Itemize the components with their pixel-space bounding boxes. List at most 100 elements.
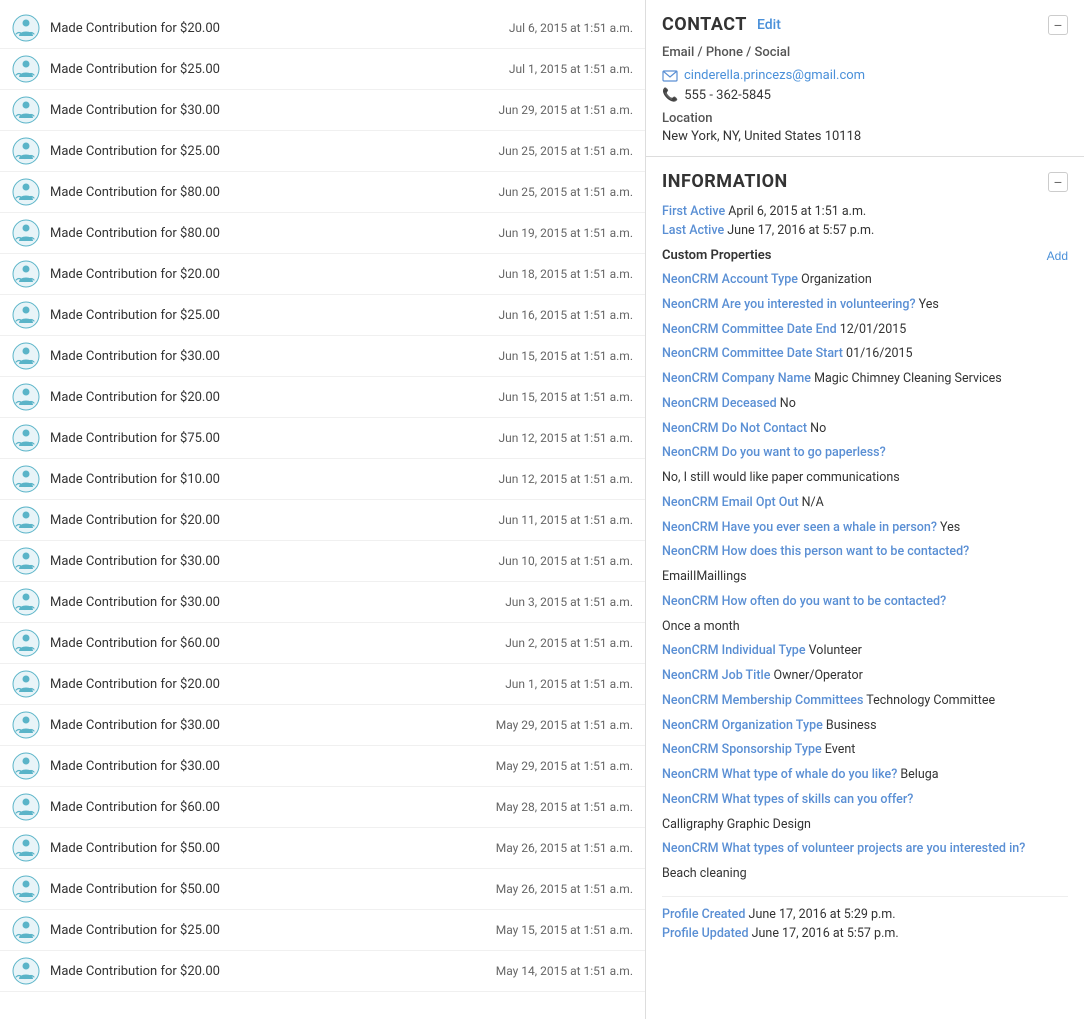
custom-prop-label: NeonCRM Committee Date Start [662, 346, 843, 361]
profile-created-row: Profile Created June 17, 2016 at 5:29 p.… [662, 907, 1068, 922]
activity-text: Made Contribution for $20.00 [50, 964, 488, 979]
contribution-icon [12, 465, 40, 493]
custom-prop-label: NeonCRM Have you ever seen a whale in pe… [662, 520, 937, 535]
contribution-icon [12, 178, 40, 206]
custom-prop-value: Once a month [662, 619, 740, 634]
last-active-row: Last Active June 17, 2016 at 5:57 p.m. [662, 223, 1068, 238]
activity-item: Made Contribution for $80.00Jun 25, 2015… [0, 172, 645, 213]
custom-prop-row: NeonCRM Committee Date Start 01/16/2015 [662, 345, 1068, 364]
add-custom-prop-button[interactable]: Add [1047, 249, 1068, 263]
email-link[interactable]: cinderella.princezs@gmail.com [684, 68, 865, 83]
custom-prop-row: NeonCRM Email Opt Out N/A [662, 494, 1068, 513]
contact-subtitle: Email / Phone / Social [662, 45, 1068, 60]
custom-prop-label: NeonCRM Company Name [662, 371, 811, 386]
activity-text: Made Contribution for $60.00 [50, 636, 497, 651]
activity-date: Jul 6, 2015 at 1:51 a.m. [509, 21, 633, 35]
activity-text: Made Contribution for $20.00 [50, 21, 501, 36]
activity-text: Made Contribution for $25.00 [50, 308, 490, 323]
activity-text: Made Contribution for $20.00 [50, 677, 497, 692]
custom-prop-row: EmailIMaillings [662, 568, 1068, 587]
activity-text: Made Contribution for $80.00 [50, 226, 490, 241]
custom-prop-label: NeonCRM Individual Type [662, 643, 806, 658]
activity-item: Made Contribution for $20.00 Jul 6, 2015 … [0, 8, 645, 49]
contribution-icon [12, 506, 40, 534]
profile-dates: Profile Created June 17, 2016 at 5:29 p.… [662, 896, 1068, 941]
activity-date: Jun 15, 2015 at 1:51 a.m. [498, 349, 633, 363]
custom-prop-value: Beach cleaning [662, 866, 747, 881]
activity-text: Made Contribution for $30.00 [50, 103, 490, 118]
activity-text: Made Contribution for $30.00 [50, 554, 490, 569]
activity-date: Jun 1, 2015 at 1:51 a.m. [505, 677, 633, 691]
contribution-icon [12, 55, 40, 83]
activity-date: Jul 1, 2015 at 1:51 a.m. [509, 62, 633, 76]
custom-prop-row: NeonCRM Deceased No [662, 395, 1068, 414]
activity-text: Made Contribution for $20.00 [50, 513, 490, 528]
custom-prop-row: NeonCRM Sponsorship Type Event [662, 741, 1068, 760]
activity-text: Made Contribution for $50.00 [50, 841, 488, 856]
contribution-icon [12, 957, 40, 985]
custom-prop-value: 01/16/2015 [843, 346, 913, 361]
first-active-row: First Active April 6, 2015 at 1:51 a.m. [662, 204, 1068, 219]
contribution-icon [12, 14, 40, 42]
contribution-icon [12, 383, 40, 411]
phone-icon: 📞 [662, 88, 678, 103]
contact-title: CONTACT [662, 14, 747, 35]
custom-prop-row: Once a month [662, 618, 1068, 637]
custom-prop-row: NeonCRM Membership Committees Technology… [662, 692, 1068, 711]
activity-item: Made Contribution for $30.00May 29, 2015… [0, 705, 645, 746]
activity-item: Made Contribution for $20.00Jun 18, 2015… [0, 254, 645, 295]
custom-prop-row: Calligraphy Graphic Design [662, 816, 1068, 835]
custom-prop-label: NeonCRM What types of skills can you off… [662, 792, 913, 807]
activity-text: Made Contribution for $20.00 [50, 267, 490, 282]
contribution-icon [12, 342, 40, 370]
activity-date: Jun 15, 2015 at 1:51 a.m. [498, 390, 633, 404]
first-active-date: April 6, 2015 at 1:51 a.m. [728, 204, 866, 219]
edit-link[interactable]: Edit [757, 17, 781, 33]
phone-value: 555 - 362-5845 [684, 88, 771, 103]
activity-item: Made Contribution for $30.00Jun 15, 2015… [0, 336, 645, 377]
activity-text: Made Contribution for $30.00 [50, 759, 488, 774]
custom-prop-value: Event [822, 742, 856, 757]
custom-prop-row: NeonCRM What types of volunteer projects… [662, 840, 1068, 859]
custom-prop-row: NeonCRM How often do you want to be cont… [662, 593, 1068, 612]
custom-prop-value: Technology Committee [863, 693, 995, 708]
activity-item: Made Contribution for $25.00May 15, 2015… [0, 910, 645, 951]
activity-item: Made Contribution for $60.00May 28, 2015… [0, 787, 645, 828]
contact-section: CONTACT Edit − Email / Phone / Social ci… [646, 0, 1084, 157]
activity-text: Made Contribution for $25.00 [50, 144, 490, 159]
profile-created-date: June 17, 2016 at 5:29 p.m. [749, 907, 896, 922]
custom-props-title: Custom Properties [662, 248, 771, 263]
custom-prop-value: No, I still would like paper communicati… [662, 470, 900, 485]
custom-prop-value: Beluga [897, 767, 938, 782]
activity-item: Made Contribution for $20.00Jun 11, 2015… [0, 500, 645, 541]
activity-item: Made Contribution for $20.00Jun 15, 2015… [0, 377, 645, 418]
custom-prop-row: NeonCRM Do you want to go paperless? [662, 444, 1068, 463]
activity-item: Made Contribution for $25.00 Jul 1, 2015 … [0, 49, 645, 90]
profile-updated-row: Profile Updated June 17, 2016 at 5:57 p.… [662, 926, 1068, 941]
profile-updated-date: June 17, 2016 at 5:57 p.m. [752, 926, 899, 941]
contribution-icon [12, 752, 40, 780]
activity-date: Jun 16, 2015 at 1:51 a.m. [498, 308, 633, 322]
custom-prop-label: NeonCRM Organization Type [662, 718, 823, 733]
activity-date: May 26, 2015 at 1:51 a.m. [496, 841, 633, 855]
activity-item: Made Contribution for $25.00 Jun 16, 2015… [0, 295, 645, 336]
activity-text: Made Contribution for $25.00 [50, 62, 501, 77]
activity-text: Made Contribution for $25.00 [50, 923, 488, 938]
custom-prop-row: No, I still would like paper communicati… [662, 469, 1068, 488]
custom-prop-value: EmailIMaillings [662, 569, 747, 584]
custom-prop-value: Calligraphy Graphic Design [662, 817, 811, 832]
email-row: cinderella.princezs@gmail.com [662, 68, 1068, 83]
contribution-icon [12, 629, 40, 657]
custom-prop-row: NeonCRM Individual Type Volunteer [662, 642, 1068, 661]
activity-text: Made Contribution for $10.00 [50, 472, 490, 487]
activity-item: Made Contribution for $20.00May 14, 2015… [0, 951, 645, 992]
activity-item: Made Contribution for $60.00Jun 2, 2015 … [0, 623, 645, 664]
information-collapse-button[interactable]: − [1048, 172, 1068, 192]
contact-collapse-button[interactable]: − [1048, 15, 1068, 35]
contribution-icon [12, 96, 40, 124]
custom-prop-row: Beach cleaning [662, 865, 1068, 884]
activity-text: Made Contribution for $75.00 [50, 431, 490, 446]
contribution-icon [12, 916, 40, 944]
custom-prop-label: NeonCRM Membership Committees [662, 693, 863, 708]
custom-prop-value: Yes [937, 520, 960, 535]
